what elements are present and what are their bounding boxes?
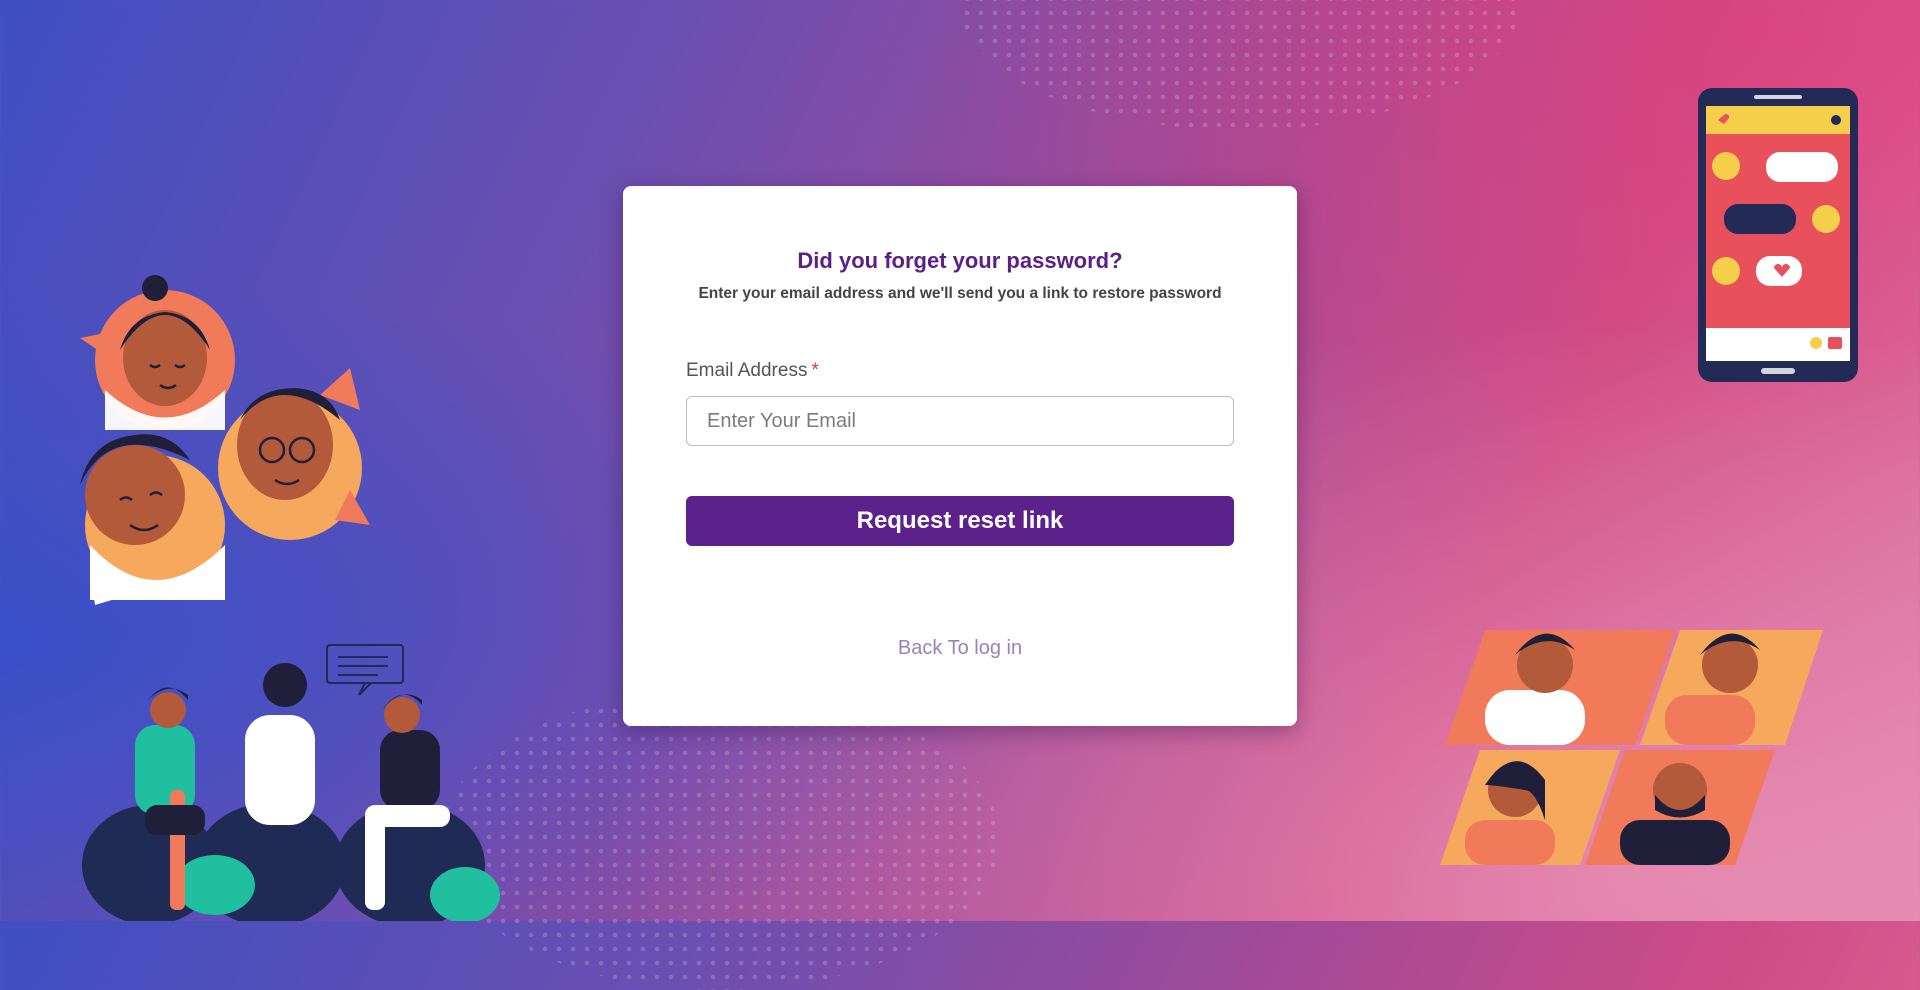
required-marker: *	[811, 360, 819, 381]
phone-chat-illustration	[1698, 88, 1858, 382]
email-input[interactable]	[686, 396, 1234, 446]
back-to-login-link[interactable]: Back To log in	[623, 637, 1297, 660]
email-label-text: Email Address	[686, 360, 808, 381]
video-call-grid-illustration	[1440, 630, 1823, 865]
dot-pattern-bottom	[440, 690, 1000, 990]
page-title: Did you forget your password?	[797, 248, 1123, 273]
forgot-password-card: Did you forget your password? Enter your…	[623, 186, 1297, 726]
group-chatting-illustration	[82, 644, 500, 921]
email-label: Email Address *	[686, 360, 819, 382]
request-reset-link-button[interactable]: Request reset link	[686, 496, 1234, 546]
page-subtitle: Enter your email address and we'll send …	[698, 285, 1222, 302]
people-avatars-illustration	[80, 275, 370, 605]
